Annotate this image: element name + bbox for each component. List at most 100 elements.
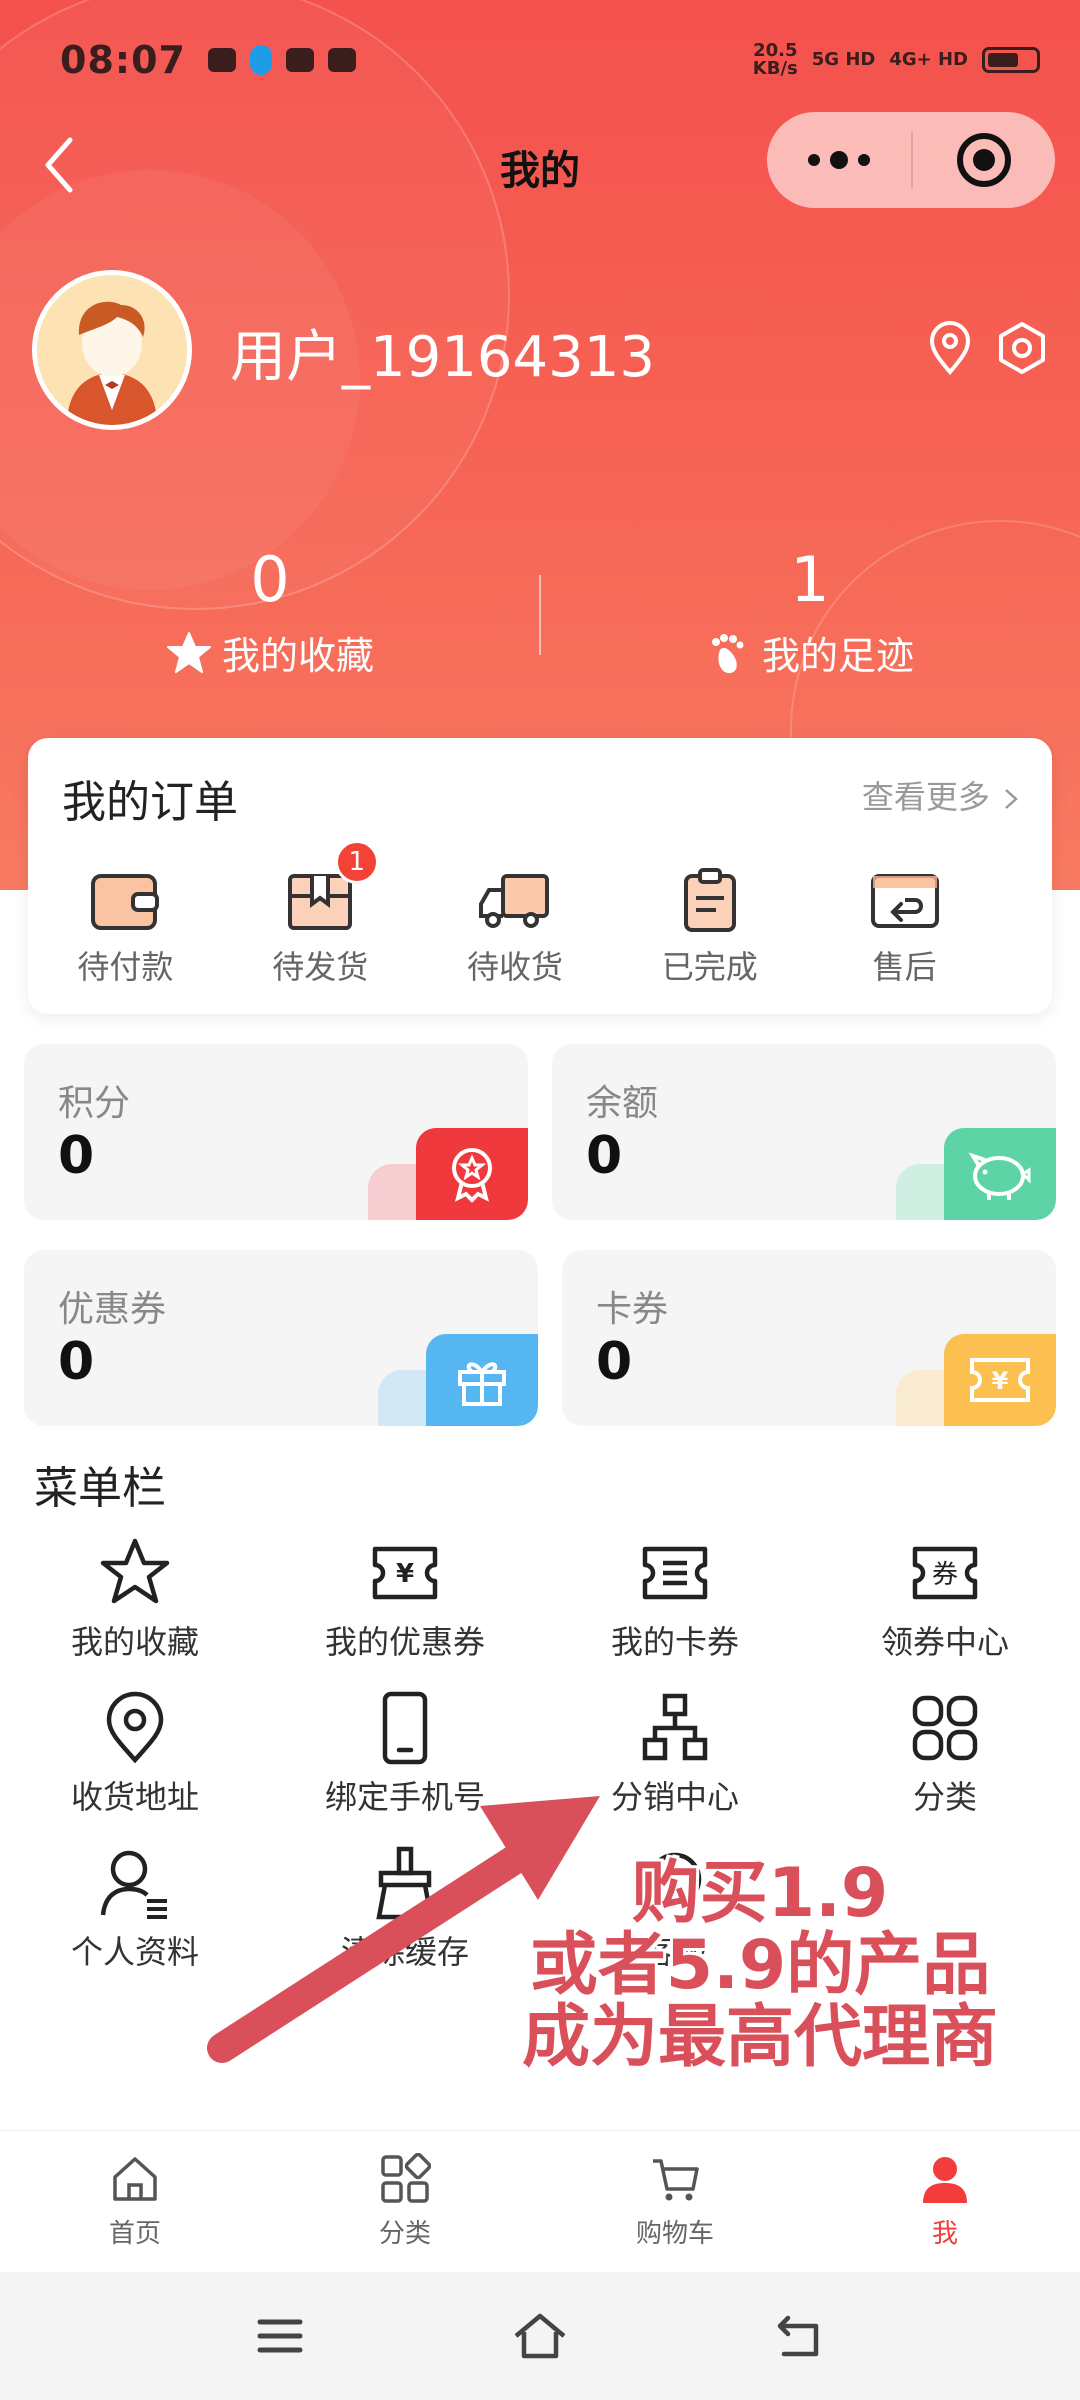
tab-label: 我 (931, 2219, 958, 2249)
points-label: 积分 (58, 1083, 131, 1124)
menu-item-distribution-center[interactable]: 分销中心 (540, 1690, 810, 1845)
star-icon (166, 631, 211, 673)
card-ticket-card[interactable]: 卡券 0 ¥ (562, 1250, 1056, 1426)
footprint-label-row: 我的足迹 (540, 625, 1080, 680)
points-card[interactable]: 积分 0 (24, 1044, 528, 1220)
more-dots-icon (808, 151, 870, 169)
battery-icon (982, 47, 1040, 73)
menu-item-voucher-center[interactable]: 券 领券中心 (810, 1535, 1080, 1690)
favorites-label-row: 我的收藏 (0, 625, 540, 680)
tab-cart[interactable]: 购物车 (540, 2131, 810, 2272)
orders-view-more[interactable]: 查看更多 (862, 772, 1022, 818)
footprint-stat[interactable]: 1 我的足迹 (540, 545, 1080, 680)
menu-item-label: 个人资料 (70, 1933, 199, 1971)
favorites-count: 0 (250, 543, 290, 616)
order-pending-receipt[interactable]: 待收货 (418, 868, 613, 988)
menu-item-label: 清除缓存 (340, 1933, 469, 1971)
voucher-center-icon: 券 (912, 1546, 978, 1600)
menu-item-category[interactable]: 分类 (810, 1690, 1080, 1845)
signal-4g: 4G+ HD (889, 49, 968, 70)
more-button[interactable] (767, 150, 911, 170)
status-right: 20.5 KB/s 5G HD 4G+ HD (753, 42, 1040, 78)
menu-icon[interactable] (250, 2306, 310, 2366)
order-pending-shipment[interactable]: 1 待发货 (223, 840, 418, 988)
tab-category[interactable]: 分类 (270, 2131, 540, 2272)
piggy-bank-icon (968, 1152, 1031, 1200)
target-icon (957, 133, 1011, 187)
orders-title: 我的订单 (62, 777, 238, 828)
signal-5g: 5G HD (811, 49, 876, 70)
tab-me[interactable]: 我 (810, 2131, 1080, 2272)
location-icon (106, 1691, 164, 1764)
category-icon (381, 2153, 431, 2203)
card-ticket-icon (642, 1546, 708, 1600)
user-icon (923, 2157, 967, 2203)
phone-icon (382, 1691, 428, 1765)
clipboard-icon (683, 868, 736, 932)
network-speed: 20.5 KB/s (753, 42, 798, 78)
wechat-icon (207, 48, 236, 72)
menu-item-personal-info[interactable]: 个人资料 (0, 1845, 270, 2000)
home-nav-icon[interactable] (510, 2306, 570, 2366)
chevron-right-icon (1005, 789, 1018, 809)
order-pending-shipment-label: 待发货 (272, 948, 369, 986)
menu-item-label: 收货地址 (70, 1778, 199, 1816)
order-after-sales[interactable]: 售后 (807, 868, 1002, 988)
menu-item-label: 分销中心 (610, 1778, 739, 1816)
promo-line-2: 或者5.9的产品 (529, 1926, 991, 2005)
menu-item-label: 我的收藏 (70, 1623, 199, 1661)
grid-icon (912, 1695, 978, 1761)
return-icon (870, 874, 939, 928)
cart-icon (653, 2159, 699, 2201)
coupon-label: 优惠券 (58, 1289, 167, 1330)
balance-value: 0 (586, 1126, 623, 1186)
coupon-card[interactable]: 优惠券 0 (24, 1250, 538, 1426)
status-bar: 08:07 20.5 KB/s 5G HD 4G+ HD (60, 30, 1040, 90)
settings-hexagon-icon (999, 322, 1045, 374)
menu-item-shipping-address[interactable]: 收货地址 (0, 1690, 270, 1845)
close-miniprogram-button[interactable] (913, 131, 1055, 189)
tab-label: 分类 (378, 2219, 431, 2249)
calendar-icon (285, 48, 314, 72)
back-nav-icon[interactable] (770, 2306, 830, 2366)
yen-ticket-icon: ¥ (970, 1358, 1030, 1402)
menu-title: 菜单栏 (34, 1463, 166, 1514)
hierarchy-icon (642, 1693, 708, 1761)
tab-home[interactable]: 首页 (0, 2131, 270, 2272)
svg-text:¥: ¥ (992, 1367, 1009, 1395)
qq-icon (249, 45, 272, 75)
username: 用户_19164313 (230, 325, 656, 390)
card-ticket-tile: ¥ (944, 1334, 1056, 1426)
promo-line-1: 购买1.9 (631, 1854, 889, 1933)
wallet-icon (91, 874, 160, 930)
card-ticket-label: 卡券 (596, 1289, 669, 1330)
order-completed-label: 已完成 (661, 948, 758, 986)
coupon-value: 0 (58, 1332, 95, 1392)
coupon-tile (426, 1334, 538, 1426)
footprint-icon (711, 633, 744, 673)
favorites-label: 我的收藏 (221, 634, 374, 678)
promo-line-3: 成为最高代理商 (521, 1998, 998, 2077)
miniprogram-capsule (767, 112, 1055, 208)
menu-item-favorites[interactable]: 我的收藏 (0, 1535, 270, 1690)
promo-annotation: 购买1.9 或者5.9的产品 成为最高代理商 (490, 1858, 1030, 2074)
footprint-count: 1 (790, 543, 830, 616)
footprint-label: 我的足迹 (761, 634, 914, 678)
menu-item-bind-phone[interactable]: 绑定手机号 (270, 1690, 540, 1845)
order-pending-payment[interactable]: 待付款 (28, 868, 223, 988)
menu-item-my-coupons[interactable]: ¥ 我的优惠券 (270, 1535, 540, 1690)
card-ticket-value: 0 (596, 1332, 633, 1392)
menu-item-label: 领券中心 (880, 1623, 1009, 1661)
address-button[interactable] (920, 318, 980, 378)
status-time: 08:07 (60, 38, 186, 82)
favorites-stat[interactable]: 0 我的收藏 (0, 545, 540, 680)
settings-button[interactable] (992, 318, 1052, 378)
balance-card[interactable]: 余额 0 (552, 1044, 1056, 1220)
avatar[interactable] (32, 270, 192, 430)
speed-unit: KB/s (752, 58, 798, 79)
order-completed[interactable]: 已完成 (612, 868, 807, 988)
tab-label: 首页 (108, 2219, 161, 2249)
menu-item-my-card-tickets[interactable]: 我的卡券 (540, 1535, 810, 1690)
order-pending-payment-label: 待付款 (77, 948, 174, 986)
tab-label: 购物车 (635, 2219, 714, 2249)
